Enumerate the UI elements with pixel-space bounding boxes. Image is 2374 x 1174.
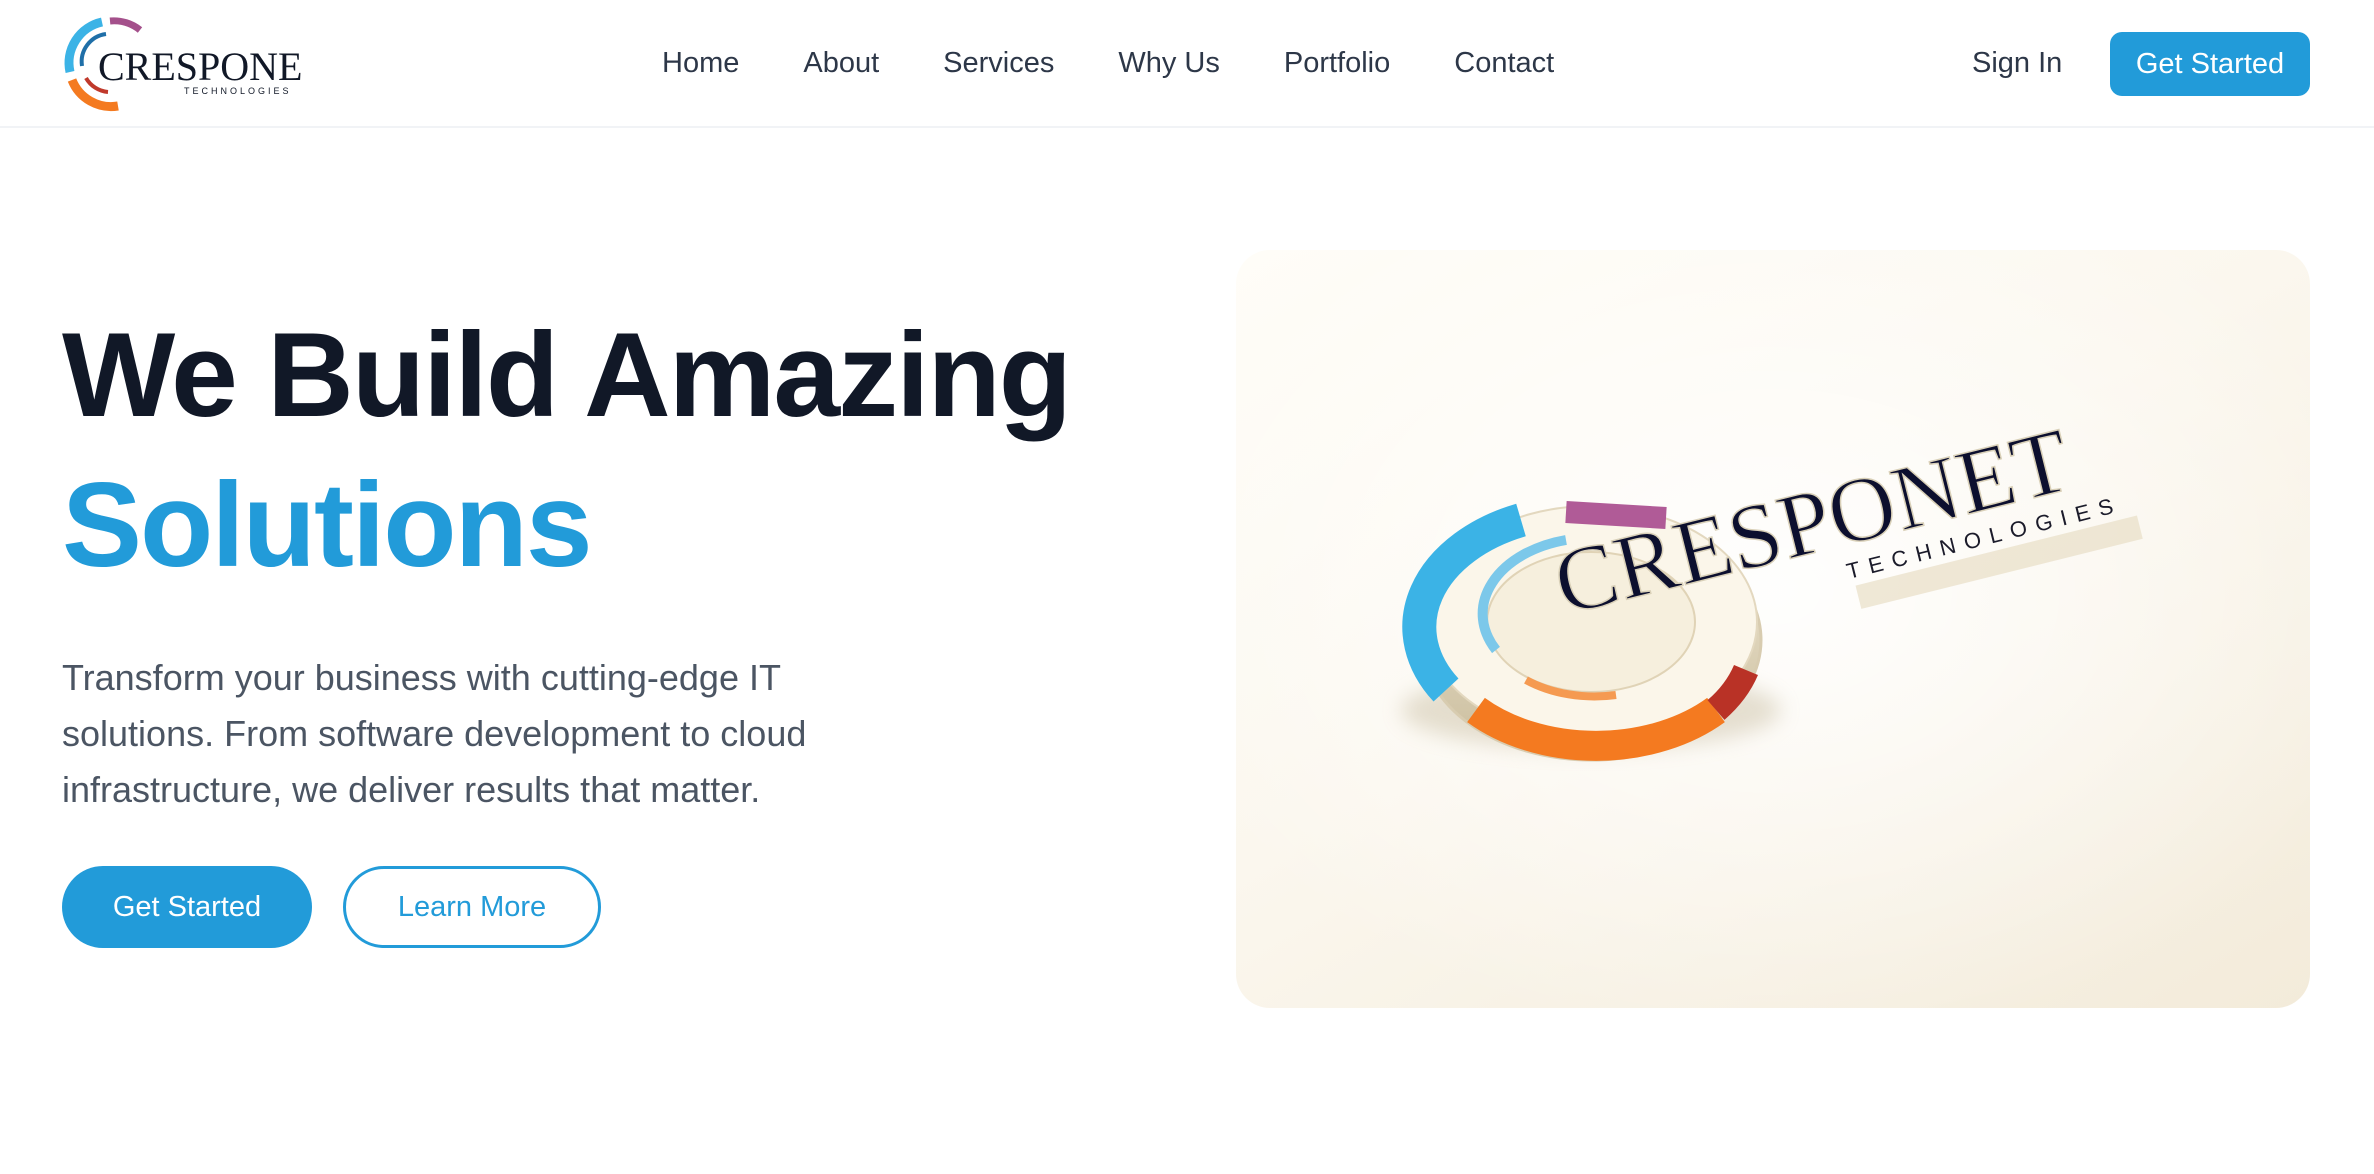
main-nav: Home About Services Why Us Portfolio Con… [630, 0, 1586, 126]
nav-why-us[interactable]: Why Us [1086, 47, 1252, 80]
site-header: CRESPONET TECHNOLOGIES Home About Servic… [0, 0, 2374, 128]
logo-tagline: TECHNOLOGIES [184, 86, 292, 96]
logo-ring-purple [109, 17, 143, 33]
learn-more-button[interactable]: Learn More [343, 866, 601, 948]
nav-home[interactable]: Home [630, 47, 771, 80]
hero-title-line1: We Build Amazing [62, 308, 1072, 442]
header-get-started-button[interactable]: Get Started [2110, 32, 2310, 96]
hero-description: Transform your business with cutting-edg… [62, 657, 807, 810]
nav-about[interactable]: About [771, 47, 911, 80]
hero-logo-image: CRESPONET TECHNOLOGIES [1236, 250, 2310, 1008]
nav-portfolio[interactable]: Portfolio [1252, 47, 1422, 80]
nav-services[interactable]: Services [911, 47, 1086, 80]
logo-wordmark: CRESPONET [98, 44, 302, 89]
sign-in-link[interactable]: Sign In [1940, 0, 2094, 126]
hero-title-line2: Solutions [62, 458, 593, 592]
hero-title: We Build Amazing Solutions [62, 300, 1072, 600]
hero-get-started-button[interactable]: Get Started [62, 866, 312, 948]
brand-logo[interactable]: CRESPONET TECHNOLOGIES [62, 14, 302, 114]
nav-contact[interactable]: Contact [1422, 47, 1586, 80]
